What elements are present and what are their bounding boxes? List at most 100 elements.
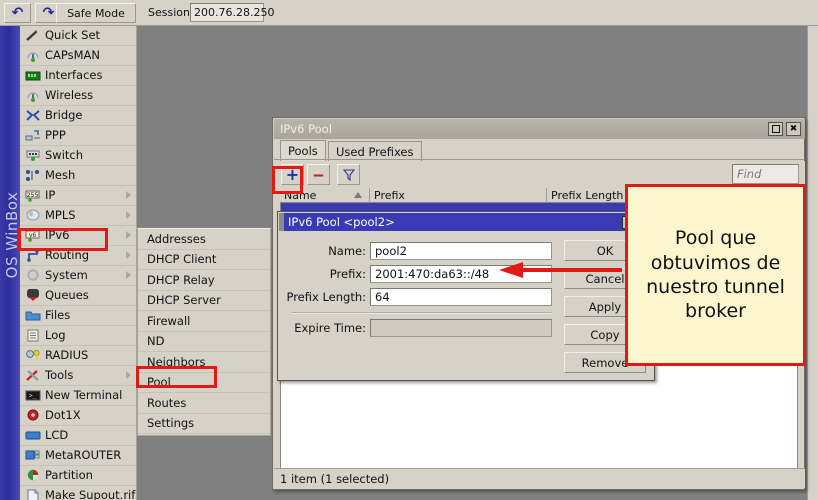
undo-arrow-icon: ↶ [12,6,24,20]
chevron-right-icon [126,371,131,379]
main-menu-sidebar: Quick Set CAPsMAN InterfacesWirelessBridge… [20,26,137,500]
sidebar-item-system[interactable]: System [20,266,136,286]
session-label: Session: [148,6,194,19]
submenu-item-nd[interactable]: ND [138,332,270,353]
sidebar-item-files[interactable]: Files [20,306,136,326]
dialog-title-text: IPv6 Pool <pool2> [288,215,395,229]
top-toolbar: ↶ ↷ Safe Mode Session: 200.76.28.250 [0,0,818,26]
dialog-side-strip [279,213,284,231]
sidebar-item-label: MetaROUTER [45,450,121,462]
safe-mode-button[interactable]: Safe Mode [56,3,136,23]
ip-255-icon: 255 [24,189,41,203]
submenu-item-firewall[interactable]: Firewall [138,311,270,332]
sidebar-item-radius[interactable]: RADIUS [20,346,136,366]
tabs-underline [274,159,805,160]
session-address-field[interactable]: 200.76.28.250 [190,3,264,22]
sidebar-item-lcd[interactable]: LCD [20,426,136,446]
sidebar-item-quick-set[interactable]: Quick Set [20,26,136,46]
bridge-icon [24,109,41,123]
filter-button[interactable] [337,164,360,185]
expire-time-field [370,319,552,337]
column-header-prefix[interactable]: Prefix [370,188,547,203]
mesh-icon [24,169,41,183]
sidebar-item-label: RADIUS [45,350,88,362]
chevron-right-icon [126,231,131,239]
antenna-icon [24,49,41,63]
annotation-callout: Pool que obtuvimos de nuestro tunnel bro… [625,184,806,366]
chevron-right-icon [126,251,131,259]
sidebar-item-label: Dot1X [45,410,81,422]
window-right-edge [807,26,818,500]
sidebar-item-interfaces[interactable]: Interfaces [20,66,136,86]
sidebar-item-queues[interactable]: Queues [20,286,136,306]
undo-button[interactable]: ↶ [4,3,31,23]
queues-icon [24,289,41,303]
svg-text:>_: >_ [29,393,37,400]
sidebar-item-label: PPP [45,130,66,142]
sort-ascending-icon [354,192,362,198]
arrow-shaft [522,268,622,272]
sidebar-item-label: New Terminal [45,390,122,402]
sidebar-item-label: Quick Set [45,30,100,42]
sidebar-item-label: CAPsMAN [45,50,100,62]
search-input[interactable]: Find [732,164,799,184]
sidebar-item-mpls[interactable]: MPLS [20,206,136,226]
maximize-icon[interactable] [768,122,783,136]
sidebar-item-log[interactable]: Log [20,326,136,346]
highlight-box-pool [136,366,217,388]
sidebar-item-label: Switch [45,150,83,162]
sidebar-item-mesh[interactable]: Mesh [20,166,136,186]
prefix-length-label: Prefix Length: [286,288,366,306]
sidebar-item-ppp[interactable]: PPP [20,126,136,146]
chevron-right-icon [126,191,131,199]
sidebar-item-make-supout-rif[interactable]: Make Supout.rif [20,486,136,500]
tab-used-prefixes[interactable]: Used Prefixes [328,141,422,161]
sidebar-item-dot1x[interactable]: Dot1X [20,406,136,426]
sidebar-item-capsman[interactable]: CAPsMAN [20,46,136,66]
submenu-item-routes[interactable]: Routes [138,393,270,414]
chevron-right-icon [126,271,131,279]
submenu-item-label: ND [147,334,164,348]
ipv6-pool-edit-dialog: IPv6 Pool <pool2> Name: pool2 Prefix: 20… [277,211,655,381]
sidebar-item-wireless[interactable]: Wireless [20,86,136,106]
sidebar-item-label: LCD [45,430,68,442]
name-field[interactable]: pool2 [370,242,552,260]
submenu-item-dhcp-client[interactable]: DHCP Client [138,250,270,271]
prefix-label: Prefix: [286,265,366,283]
switch-icon [24,149,41,163]
divider [292,312,552,314]
sidebar-item-switch[interactable]: Switch [20,146,136,166]
sidebar-item-partition[interactable]: Partition [20,466,136,486]
submenu-item-dhcp-server[interactable]: DHCP Server [138,291,270,312]
sidebar-item-new-terminal[interactable]: >_ New Terminal [20,386,136,406]
sidebar-item-bridge[interactable]: Bridge [20,106,136,126]
svg-text:255: 255 [26,192,38,199]
sidebar-item-tools[interactable]: Tools [20,366,136,386]
sidebar-item-label: Queues [45,290,89,302]
submenu-item-addresses[interactable]: Addresses [138,229,270,250]
left-pointing-arrow-icon [499,262,523,278]
antenna-icon [24,89,41,103]
sidebar-item-label: Partition [45,470,93,482]
ipv6-pool-titlebar[interactable]: IPv6 Pool ✖ [274,119,805,139]
prefix-length-field[interactable]: 64 [370,288,552,306]
gear-icon [24,269,41,283]
dialog-titlebar[interactable]: IPv6 Pool <pool2> [279,213,655,231]
close-icon[interactable]: ✖ [786,122,801,136]
submenu-item-dhcp-relay[interactable]: DHCP Relay [138,270,270,291]
sidebar-item-label: Routing [45,250,89,262]
ipv6-pool-title-text: IPv6 Pool [280,122,332,136]
redo-arrow-icon: ↷ [43,6,55,20]
submenu-item-settings[interactable]: Settings [138,414,270,435]
sidebar-item-label: MPLS [45,210,76,222]
ipv6-submenu: AddressesDHCP ClientDHCP RelayDHCP Serve… [137,228,271,436]
ppp-icon [24,129,41,143]
sidebar-item-label: Tools [45,370,73,382]
tab-pools[interactable]: Pools [280,140,326,161]
sidebar-item-metarouter[interactable]: MetaROUTER [20,446,136,466]
sidebar-item-ip[interactable]: 255IP [20,186,136,206]
remove-pool-button[interactable]: ‒ [307,164,330,185]
partition-icon [24,469,41,483]
radius-key-icon [24,349,41,363]
winbox-branding-strip: OS WinBox [0,26,20,500]
